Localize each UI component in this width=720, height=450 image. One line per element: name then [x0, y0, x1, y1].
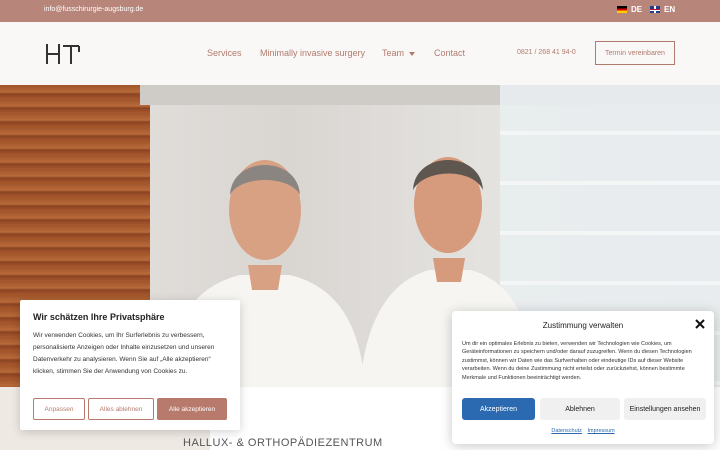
consent-dialog: Zustimmung verwalten Um dir ein optimale… [452, 311, 714, 444]
privacy-policy-link[interactable]: Datenschutz [551, 428, 582, 434]
nav-minimally-invasive-surgery[interactable]: Minimally invasive surgery [260, 48, 365, 58]
nav-services[interactable]: Services [207, 48, 242, 58]
consent-settings-button[interactable]: Einstellungen ansehen [624, 398, 706, 420]
book-appointment-button[interactable]: Termin vereinbaren [595, 41, 675, 65]
nav-team-label: Team [382, 48, 405, 58]
customize-button[interactable]: Anpassen [33, 398, 85, 420]
top-bar: info@fusschirurgie-augsburg.de DE EN [0, 0, 720, 22]
section-title: HALLUX- & ORTHOPÄDIEZENTRUM [183, 437, 383, 449]
consent-dialog-text: Um dir ein optimales Erlebnis zu bieten,… [462, 341, 692, 381]
consent-reject-button[interactable]: Ablehnen [540, 398, 620, 420]
language-de-label: DE [631, 5, 643, 14]
language-en[interactable]: EN [650, 5, 675, 14]
privacy-banner-text: Wir verwenden Cookies, um Ihr Surferlebn… [33, 332, 215, 375]
uk-flag-icon [650, 6, 660, 13]
language-en-label: EN [664, 5, 676, 14]
site-header: Services Minimally invasive surgery Team… [0, 22, 720, 85]
privacy-banner: Wir schätzen Ihre Privatsphäre Wir verwe… [20, 300, 240, 430]
ht-logo-icon[interactable] [45, 43, 85, 65]
chevron-down-icon [409, 51, 416, 56]
email-link[interactable]: info@fusschirurgie-augsburg.de [44, 6, 143, 13]
consent-links: Datenschutz Impressum [452, 428, 714, 434]
consent-dialog-title: Zustimmung verwalten [542, 321, 624, 330]
privacy-banner-title: Wir schätzen Ihre Privatsphäre [33, 312, 165, 322]
close-icon[interactable] [695, 319, 705, 329]
language-de[interactable]: DE [617, 5, 642, 14]
reject-all-button[interactable]: Alles ablehnen [88, 398, 154, 420]
nav-contact[interactable]: Contact [434, 48, 465, 58]
phone-link[interactable]: 0821 / 268 41 94-0 [517, 49, 576, 56]
accept-all-button[interactable]: Alle akzeptieren [157, 398, 227, 420]
consent-accept-button[interactable]: Akzeptieren [462, 398, 535, 420]
germany-flag-icon [617, 6, 627, 13]
imprint-link[interactable]: Impressum [587, 428, 614, 434]
nav-team[interactable]: Team [382, 48, 416, 58]
